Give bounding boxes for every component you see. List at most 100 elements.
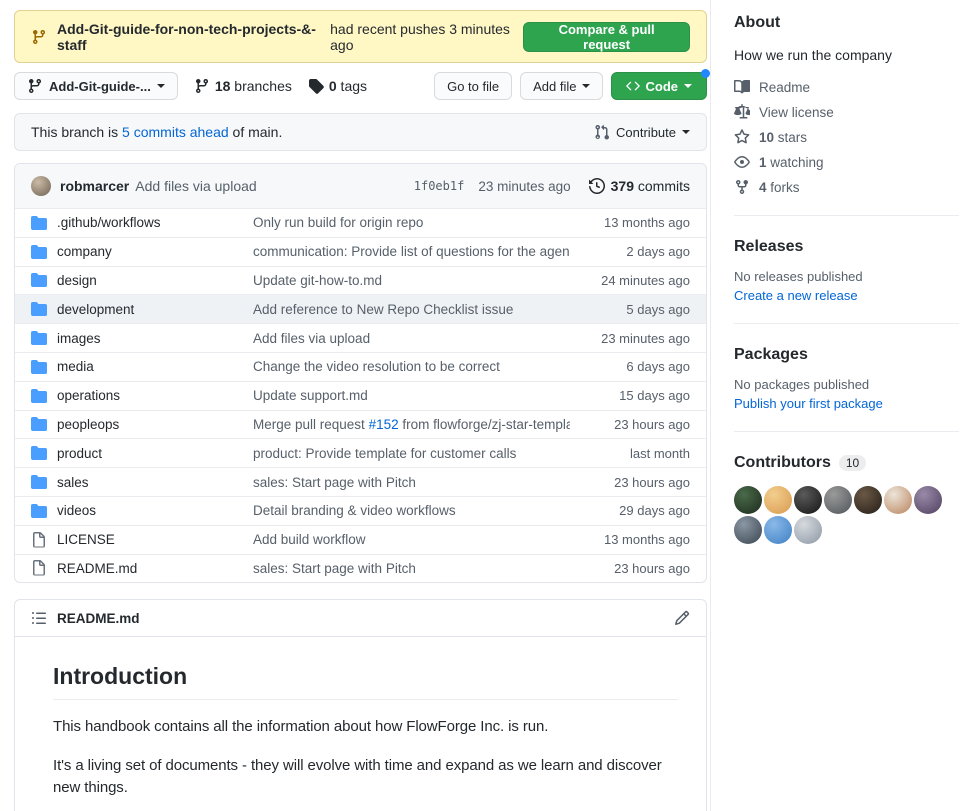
commit-time-link[interactable]: last month [570,446,690,461]
folder-icon [31,474,47,490]
file-name-link[interactable]: product [57,446,253,461]
git-branch-icon [31,29,47,45]
branch-selector[interactable]: Add-Git-guide-... [14,72,178,100]
commit-time-link[interactable]: 24 minutes ago [570,273,690,288]
file-name-link[interactable]: company [57,244,253,259]
commit-message-link[interactable]: Update support.md [253,388,570,403]
commit-time-link[interactable]: 6 days ago [570,359,690,374]
repo-page: Add-Git-guide-for-non-tech-projects-&-st… [0,0,975,811]
sidebar-item-label: 1 watching [759,155,824,170]
commit-hash[interactable]: 1f0eb1f [414,179,465,193]
contributor-avatar[interactable] [764,486,792,514]
commit-message[interactable]: Add files via upload [135,178,256,194]
commit-message-link[interactable]: product: Provide template for customer c… [253,446,570,461]
commit-message-link[interactable]: sales: Start page with Pitch [253,475,570,490]
commit-time-link[interactable]: 23 hours ago [570,561,690,576]
sidebar: About How we run the company Readme View … [710,0,975,811]
commit-message-link[interactable]: Add files via upload [253,331,570,346]
code-icon [626,79,640,93]
tags-link[interactable]: 0 tags [308,78,367,94]
folder-icon [31,445,47,461]
contributor-avatar[interactable] [824,486,852,514]
issue-link[interactable]: #152 [369,417,399,432]
commit-time-link[interactable]: 23 hours ago [570,475,690,490]
commits-history-link[interactable]: 379 commits [589,178,690,194]
commit-time-link[interactable]: 23 minutes ago [570,331,690,346]
sidebar-item-view-license[interactable]: View license [734,104,959,120]
code-button[interactable]: Code [611,72,708,100]
file-name-link[interactable]: LICENSE [57,532,253,547]
file-name-link[interactable]: README.md [57,561,253,576]
sidebar-item-watching[interactable]: 1 watching [734,154,959,170]
git-branch-icon [27,78,43,94]
create-release-link[interactable]: Create a new release [734,288,959,303]
add-file-button[interactable]: Add file [520,72,602,100]
commits-ahead-link[interactable]: 5 commits ahead [122,124,229,140]
readme-filename: README.md [57,611,140,626]
file-name-link[interactable]: operations [57,388,253,403]
table-row: companycommunication: Provide list of qu… [15,237,706,266]
commit-message-link[interactable]: Only run build for origin repo [253,215,570,230]
history-icon [589,178,605,194]
commit-message-link[interactable]: Detail branding & video workflows [253,503,570,518]
commit-time-link[interactable]: 23 hours ago [570,417,690,432]
sidebar-item-readme[interactable]: Readme [734,79,959,95]
banner-message: had recent pushes 3 minutes ago [330,21,523,53]
folder-icon [31,301,47,317]
branches-link[interactable]: 18 branches [194,78,292,94]
table-row: imagesAdd files via upload23 minutes ago [15,323,706,352]
commit-time-link[interactable]: 5 days ago [570,302,690,317]
table-row: README.mdsales: Start page with Pitch23 … [15,554,706,583]
file-name-link[interactable]: media [57,359,253,374]
commit-time[interactable]: 23 minutes ago [478,179,570,194]
contributor-avatar[interactable] [734,486,762,514]
star-icon [734,129,750,145]
commit-message-link[interactable]: sales: Start page with Pitch [253,561,570,576]
table-row: productproduct: Provide template for cus… [15,438,706,467]
list-icon[interactable] [31,610,47,626]
about-description: How we run the company [734,47,959,63]
commit-time-link[interactable]: 2 days ago [570,244,690,259]
file-name-link[interactable]: development [57,302,253,317]
commit-time-link[interactable]: 13 months ago [570,215,690,230]
file-name-link[interactable]: design [57,273,253,288]
table-row: salessales: Start page with Pitch23 hour… [15,467,706,496]
sidebar-item-stars[interactable]: 10 stars [734,129,959,145]
table-row: designUpdate git-how-to.md24 minutes ago [15,266,706,295]
contributor-avatar[interactable] [794,486,822,514]
commit-time-link[interactable]: 29 days ago [570,503,690,518]
commit-author[interactable]: robmarcer [60,178,129,194]
repo-toolbar: Add-Git-guide-... 18 branches 0 tags [14,72,707,100]
commit-message-link[interactable]: communication: Provide list of questions… [253,244,570,259]
contributor-avatar[interactable] [884,486,912,514]
contributor-avatar[interactable] [914,486,942,514]
commit-message-link[interactable]: Update git-how-to.md [253,273,570,288]
commit-time-link[interactable]: 15 days ago [570,388,690,403]
file-name-link[interactable]: videos [57,503,253,518]
commit-message-link[interactable]: Merge pull request #152 from flowforge/z… [253,417,570,432]
about-title: About [734,14,959,32]
file-name-link[interactable]: .github/workflows [57,215,253,230]
commit-message-link[interactable]: Add build workflow [253,532,570,547]
sidebar-item-forks[interactable]: 4 forks [734,179,959,195]
main-column: Add-Git-guide-for-non-tech-projects-&-st… [0,0,710,811]
file-name-link[interactable]: images [57,331,253,346]
contributor-avatar[interactable] [854,486,882,514]
tag-icon [308,78,324,94]
contributor-avatar[interactable] [764,516,792,544]
go-to-file-button[interactable]: Go to file [434,72,512,100]
commit-message-link[interactable]: Add reference to New Repo Checklist issu… [253,302,570,317]
file-name-link[interactable]: peopleops [57,417,253,432]
publish-package-link[interactable]: Publish your first package [734,396,959,411]
file-browser: robmarcer Add files via upload 1f0eb1f 2… [14,163,707,583]
edit-pencil-icon[interactable] [674,610,690,626]
avatar[interactable] [31,176,51,196]
contributor-avatar[interactable] [794,516,822,544]
commit-time-link[interactable]: 13 months ago [570,532,690,547]
contributor-avatar[interactable] [734,516,762,544]
contributors-title: Contributors [734,454,831,472]
compare-pull-request-button[interactable]: Compare & pull request [523,22,690,52]
file-name-link[interactable]: sales [57,475,253,490]
commit-message-link[interactable]: Change the video resolution to be correc… [253,359,570,374]
contribute-button[interactable]: Contribute [594,124,690,140]
